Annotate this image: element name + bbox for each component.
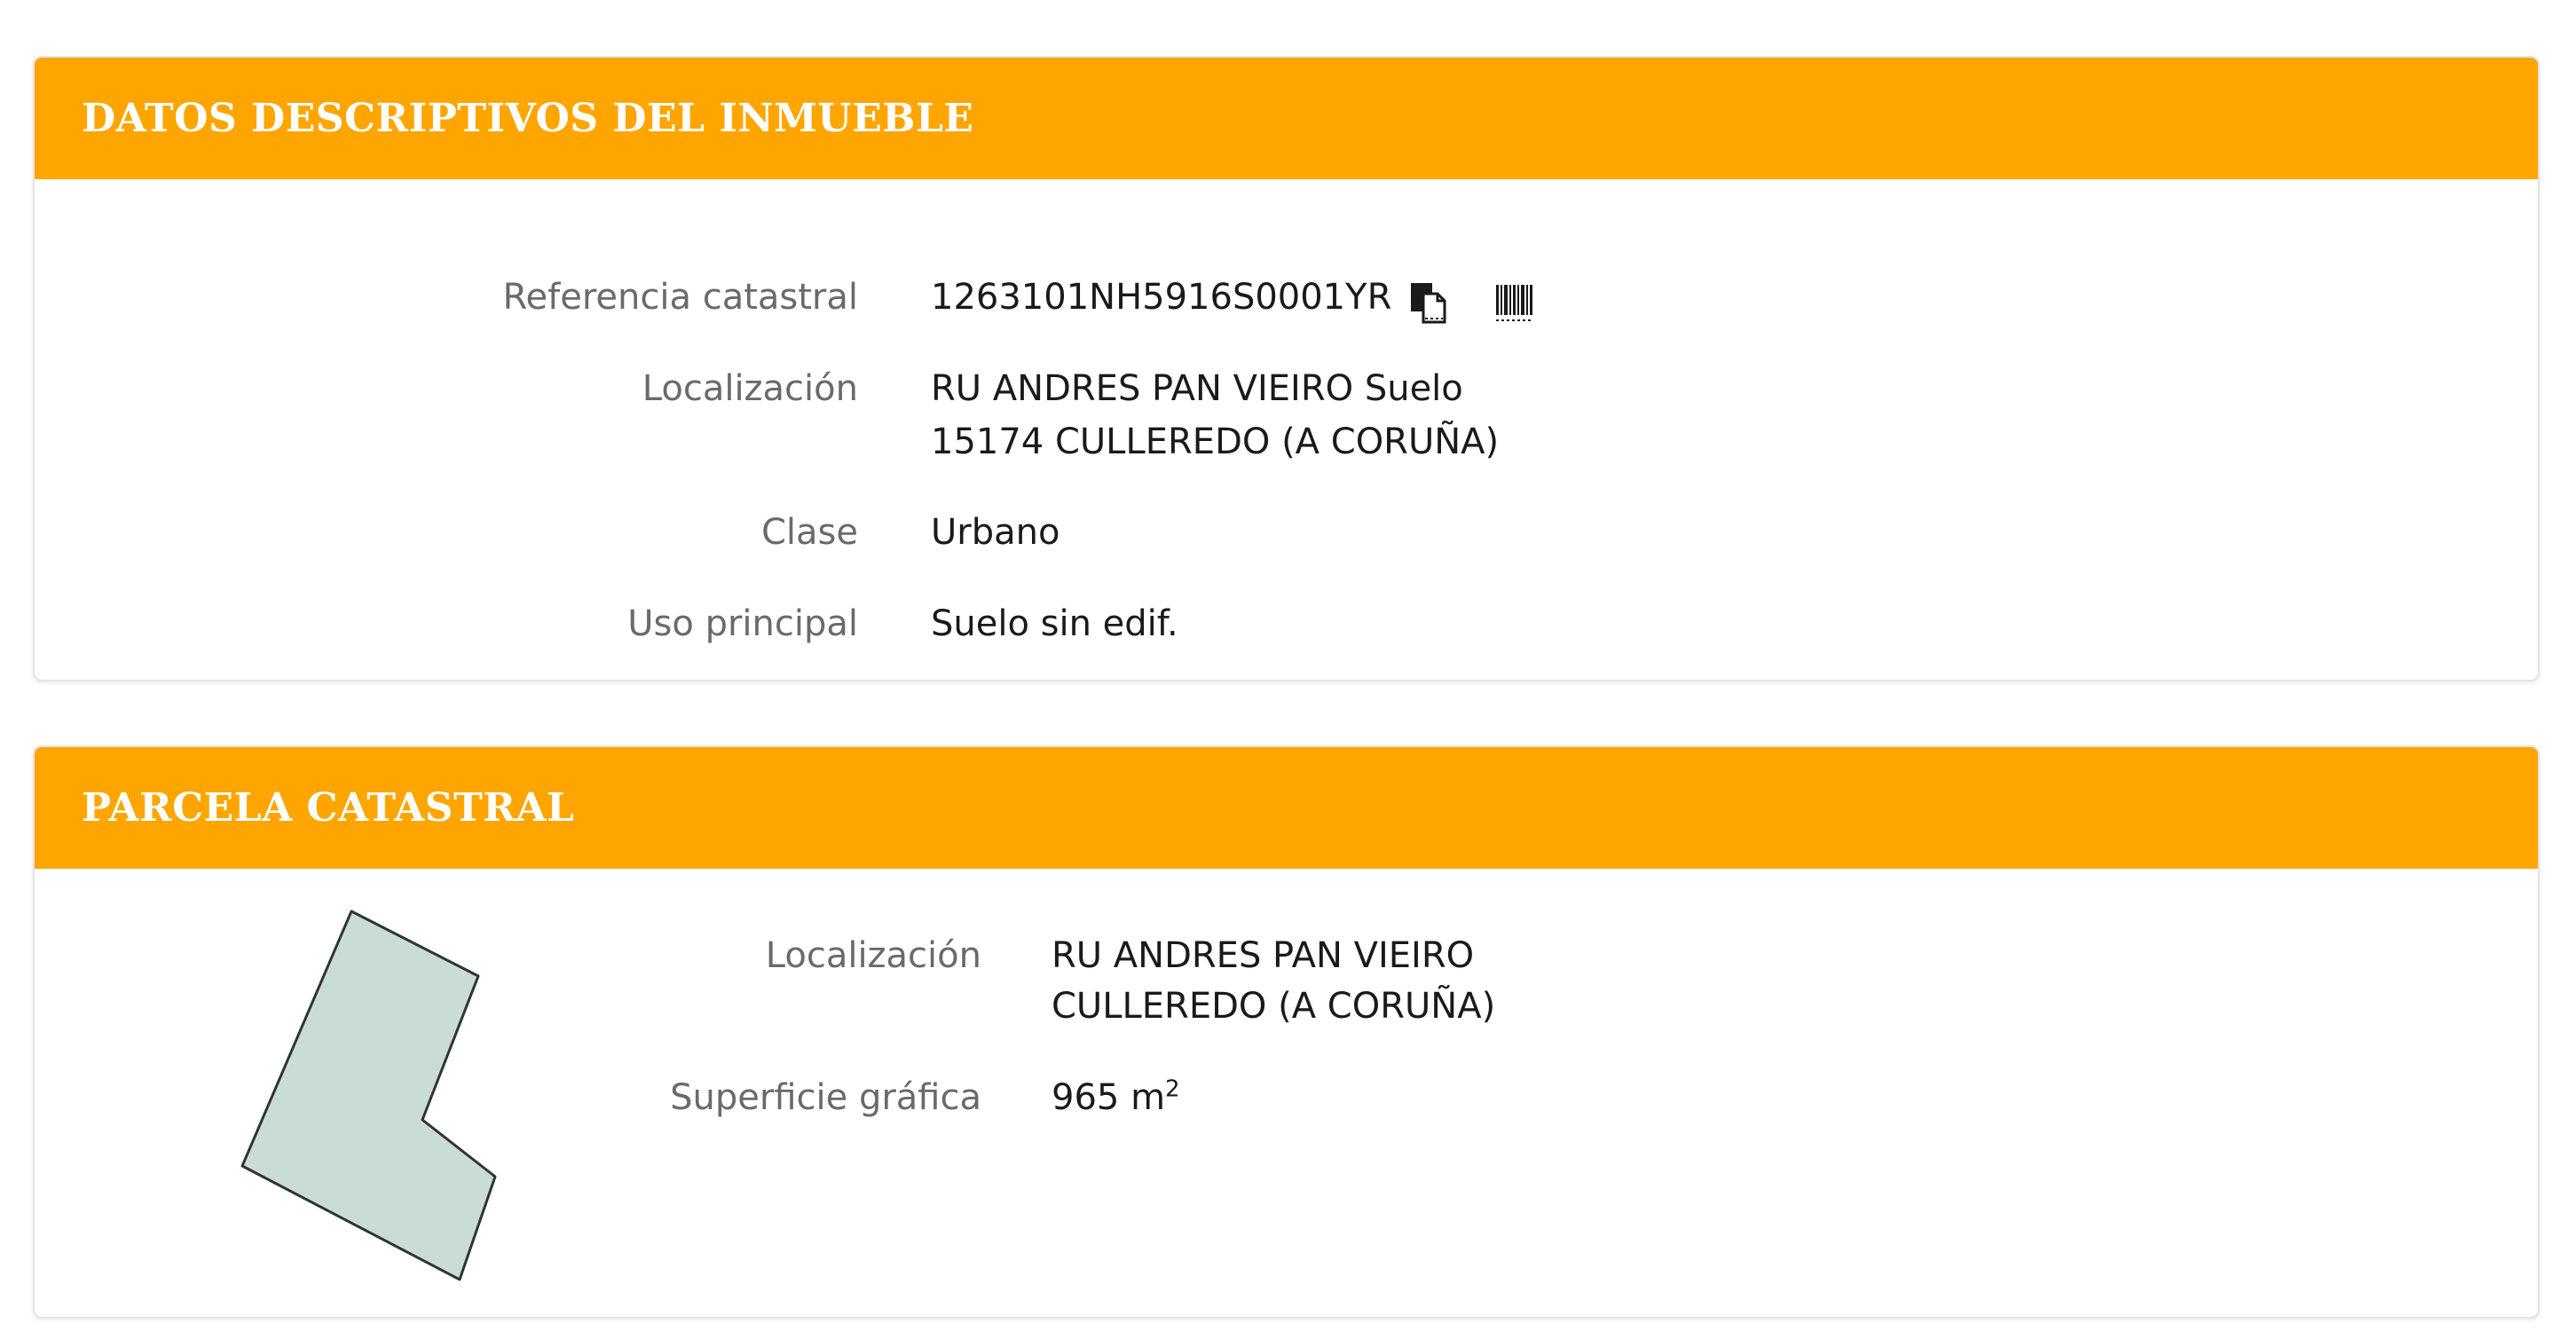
superficie-grafica-number: 965 m: [1052, 1077, 1166, 1118]
localizacion-line1: RU ANDRES PAN VIEIRO Suelo: [931, 368, 1463, 409]
datos-descriptivos-header: DATOS DESCRIPTIVOS DEL INMUEBLE: [35, 58, 2538, 179]
clase-value: Urbano: [931, 512, 1060, 553]
uso-principal-label: Uso principal: [627, 603, 858, 644]
parcela-catastral-header: PARCELA CATASTRAL: [35, 747, 2538, 869]
copy-icon[interactable]: [1407, 280, 1450, 326]
datos-descriptivos-title: DATOS DESCRIPTIVOS DEL INMUEBLE: [82, 96, 974, 141]
referencia-catastral-label: Referencia catastral: [502, 277, 858, 318]
uso-principal-value: Suelo sin edif.: [931, 603, 1178, 644]
superficie-grafica-label: Superficie gráfica: [670, 1077, 981, 1118]
localizacion-label: Localización: [642, 368, 858, 409]
clase-label: Clase: [760, 512, 858, 553]
referencia-catastral-value: 1263101NH5916S0001YR: [931, 277, 1392, 318]
parcela-catastral-title: PARCELA CATASTRAL: [82, 785, 575, 831]
superficie-unit-superscript: 2: [1165, 1075, 1180, 1103]
parcela-localizacion-line1: RU ANDRES PAN VIEIRO: [1052, 935, 1475, 976]
localizacion-line2: 15174 CULLEREDO (A CORUÑA): [931, 421, 1500, 462]
parcela-localizacion-line2: CULLEREDO (A CORUÑA): [1052, 986, 1496, 1027]
datos-descriptivos-panel: DATOS DESCRIPTIVOS DEL INMUEBLE Referenc…: [33, 56, 2540, 681]
parcela-localizacion-label: Localización: [765, 935, 981, 976]
parcela-catastral-panel: PARCELA CATASTRAL Localización RU ANDRES…: [33, 745, 2540, 1319]
superficie-grafica-value: 965 m2: [1052, 1071, 1180, 1124]
barcode-icon[interactable]: [1493, 280, 1535, 326]
